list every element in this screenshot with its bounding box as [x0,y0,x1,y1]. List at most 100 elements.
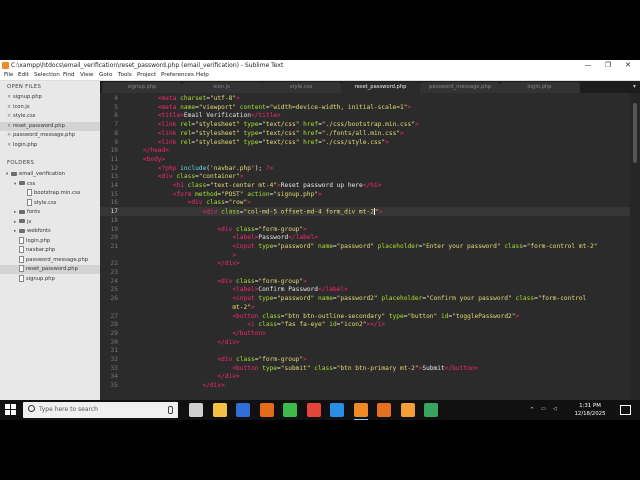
windows-start-icon[interactable] [5,404,17,416]
tab-signup-php[interactable]: signup.php [102,82,182,93]
code-token: "password" [277,242,319,250]
taskbar-clock[interactable]: 1:31 PM 12/18/2025 [570,402,610,418]
code-token: <div [202,208,222,216]
file-icon [19,274,24,282]
volume-icon[interactable]: ◁ [553,406,557,412]
menu-help[interactable]: Help [196,71,209,80]
menu-selection[interactable]: Selection [34,71,60,80]
code-line: <link rel="stylesheet" type="text/css" h… [128,130,404,137]
editor-scrollbar[interactable] [630,93,640,400]
line-number: 11 [110,155,118,163]
menu-find[interactable]: Find [63,71,74,80]
tree-file[interactable]: style.css [0,198,100,208]
close-file-icon[interactable]: × [7,93,11,102]
orange-app-icon[interactable] [377,403,391,417]
tree-file[interactable]: signup.php [0,274,100,284]
tree-file[interactable]: reset_password.php [0,265,100,274]
code-line: </div> [128,382,225,389]
close-file-icon[interactable]: × [7,131,11,140]
code-token: <meta [157,95,181,102]
code-token: id [329,321,337,329]
taskbar-search-box[interactable]: Type here to search [23,402,178,418]
code-token: placeholder [377,242,419,250]
tab-login-php[interactable]: login.php [499,82,580,93]
tab-overflow-chevron-down-icon[interactable]: ▾ [633,83,636,90]
file-explorer-icon[interactable] [212,403,227,417]
code-token: name [318,295,333,303]
tree-file[interactable]: bootstrap.min.css [0,189,100,198]
close-file-icon[interactable]: × [7,112,11,121]
orange-app-2-icon[interactable] [400,403,415,417]
code-token: "form-control mt-2" [526,242,598,250]
xampp-icon[interactable] [259,403,274,417]
tree-folder[interactable]: ▸ js [0,218,100,227]
code-editor[interactable]: 4 <meta charset="utf-8"> 5 <meta name="vi… [100,93,630,400]
network-icon[interactable]: ▭ [541,406,546,412]
code-token: type [243,129,259,137]
tab-password-message-php[interactable]: password_message.php [420,82,500,93]
line-number: 30 [110,338,118,346]
tab-style-css[interactable]: style.css [261,82,341,93]
vscode-icon[interactable] [330,403,344,417]
code-token: class [262,312,281,320]
open-file-item[interactable]: × reset_password.php [0,121,100,131]
open-file-item[interactable]: × style.css [0,112,100,121]
open-file-item[interactable]: × icon.js [0,103,100,112]
chrome-icon[interactable] [306,403,321,417]
tree-folder[interactable]: ▸ fonts [0,208,100,217]
code-token: name [318,242,333,250]
microphone-icon[interactable] [168,406,173,414]
open-file-item[interactable]: × signup.php [0,93,100,102]
open-file-item[interactable]: × password_message.php [0,131,100,140]
minimize-button[interactable]: — [578,60,598,71]
menu-view[interactable]: View [80,71,93,80]
code-token: "password2" [336,295,382,303]
code-token: type [243,138,259,146]
tab-reset-password-php[interactable]: reset_password.php [340,82,421,93]
task-view-icon[interactable] [189,403,203,417]
window-title: C:\xampp\htdocs\email_verification\reset… [11,62,284,69]
close-file-icon[interactable]: × [7,103,11,112]
code-token: </div> [217,260,240,268]
code-token: method [195,190,218,198]
maximize-button[interactable]: ❐ [598,60,618,71]
code-token: <body> [142,155,166,163]
menu-edit[interactable]: Edit [18,71,29,80]
menu-preferences[interactable]: Preferences [161,71,194,80]
globe-app-icon[interactable] [424,403,438,417]
green-app-icon[interactable] [283,403,297,417]
line-number: 24 [110,277,118,285]
notification-icon[interactable] [620,405,631,415]
sublime-text-icon[interactable] [353,403,368,420]
tree-file[interactable]: login.php [0,236,100,246]
tree-folder[interactable]: ▾ css [0,180,100,189]
tree-folder[interactable]: ▸ webfonts [0,227,100,236]
tray-chevron-icon[interactable]: ^ [530,407,534,413]
close-file-icon[interactable]: × [7,122,11,131]
code-token: "togglePassword2" [452,312,516,320]
open-file-item[interactable]: × login.php [0,141,100,150]
code-line: <div class="row"> [128,199,251,206]
tree-file[interactable]: password_message.php [0,255,100,265]
close-button[interactable]: ✕ [618,60,638,71]
tab-icon-js[interactable]: icon.js [181,82,262,93]
tree-file[interactable]: navbar.php [0,246,100,255]
menu-goto[interactable]: Goto [99,71,112,80]
code-token: <div [217,356,237,363]
menu-tools[interactable]: Tools [118,71,132,80]
tree-folder[interactable]: ▾ email_verification [0,170,100,179]
scrollbar-thumb[interactable] [633,103,637,163]
code-token: type [258,295,274,303]
code-token: <button [232,364,263,372]
store-icon[interactable] [236,403,250,417]
close-file-icon[interactable]: × [7,141,11,150]
menu-project[interactable]: Project [137,71,156,80]
menu-file[interactable]: File [4,71,13,80]
desktop-screen: C:\xampp\htdocs\email_verification\reset… [0,60,640,420]
tree-item-label: fonts [27,209,41,215]
